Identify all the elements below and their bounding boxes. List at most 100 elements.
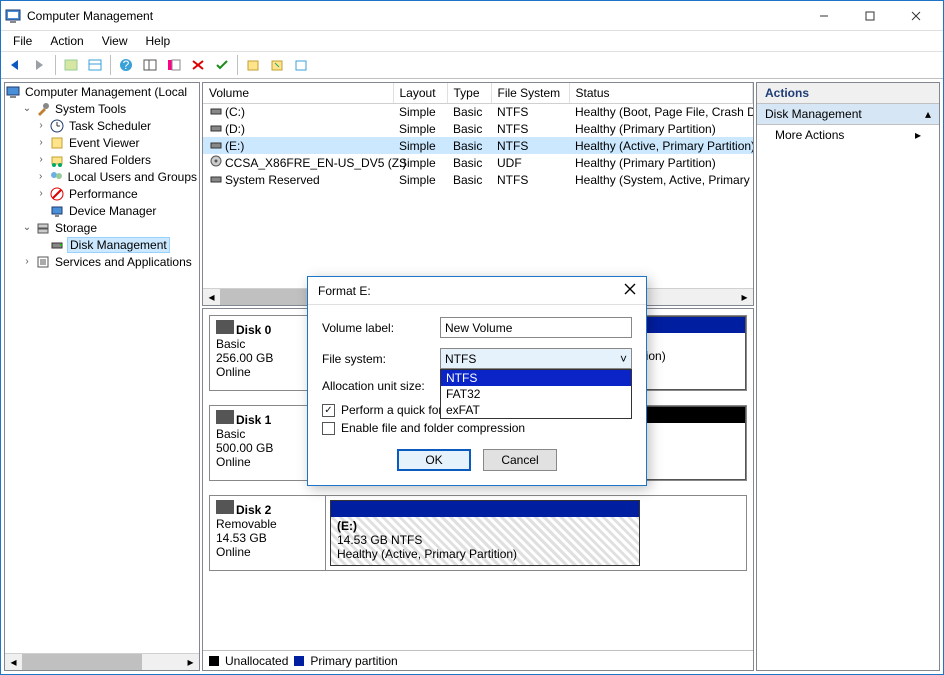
table-row[interactable]: System ReservedSimpleBasicNTFSHealthy (S… xyxy=(203,171,753,188)
table-row[interactable]: (D:)SimpleBasicNTFSHealthy (Primary Part… xyxy=(203,120,753,137)
menu-action[interactable]: Action xyxy=(42,33,91,49)
tree-event-viewer[interactable]: ›Event Viewer xyxy=(5,134,199,151)
volume-icon xyxy=(209,105,223,119)
scroll-left-icon[interactable]: ◂ xyxy=(5,654,22,670)
compression-checkbox[interactable]: Enable file and folder compression xyxy=(322,421,632,435)
removable-icon xyxy=(216,500,234,514)
expand-icon[interactable]: › xyxy=(33,120,49,131)
fs-option-fat32[interactable]: FAT32 xyxy=(441,386,631,402)
minimize-button[interactable] xyxy=(801,1,847,31)
tree-scrollbar[interactable]: ◂ ▸ xyxy=(5,653,199,670)
disk-2[interactable]: Disk 2 Removable 14.53 GB Online (E:) 14… xyxy=(209,495,747,571)
chevron-right-icon: ▸ xyxy=(915,128,921,142)
disk-2-partition-e[interactable]: (E:) 14.53 GB NTFS Healthy (Active, Prim… xyxy=(330,500,640,566)
volume-label-input[interactable] xyxy=(440,317,632,338)
tree-shared-folders[interactable]: ›Shared Folders xyxy=(5,151,199,168)
properties-button[interactable] xyxy=(84,54,106,76)
scroll-right-icon[interactable]: ▸ xyxy=(736,289,753,305)
checkmark-icon[interactable] xyxy=(211,54,233,76)
menu-view[interactable]: View xyxy=(94,33,136,49)
actions-header: Actions xyxy=(757,83,939,104)
help-button[interactable]: ? xyxy=(115,54,137,76)
window-title: Computer Management xyxy=(27,9,153,23)
actions-more[interactable]: More Actions ▸ xyxy=(757,125,939,145)
dialog-close-button[interactable] xyxy=(624,283,636,298)
event-icon xyxy=(49,135,65,151)
expand-icon[interactable]: › xyxy=(33,154,49,165)
tree-task-scheduler[interactable]: ›Task Scheduler xyxy=(5,117,199,134)
legend-primary-swatch xyxy=(294,656,304,666)
file-system-select[interactable]: NTFS ˅ NTFS FAT32 exFAT xyxy=(440,348,632,369)
users-icon xyxy=(48,169,63,185)
allocation-size-label: Allocation unit size: xyxy=(322,379,440,393)
svg-text:?: ? xyxy=(123,58,130,72)
volume-label-label: Volume label: xyxy=(322,321,440,335)
delete-icon[interactable] xyxy=(187,54,209,76)
collapse-icon[interactable]: ⌄ xyxy=(19,222,35,233)
tree-root[interactable]: Computer Management (Local xyxy=(5,83,199,100)
tree-device-manager[interactable]: Device Manager xyxy=(5,202,199,219)
ok-button[interactable]: OK xyxy=(397,449,471,471)
expand-icon[interactable]: › xyxy=(33,188,49,199)
computer-icon xyxy=(5,84,21,100)
storage-icon xyxy=(35,220,51,236)
col-layout[interactable]: Layout xyxy=(393,83,447,103)
col-status[interactable]: Status xyxy=(569,83,753,103)
fs-option-exfat[interactable]: exFAT xyxy=(441,402,631,418)
table-row[interactable]: (C:)SimpleBasicNTFSHealthy (Boot, Page F… xyxy=(203,103,753,120)
disk-icon xyxy=(49,237,65,253)
chevron-down-icon[interactable]: ˅ xyxy=(620,352,627,366)
scroll-left-icon[interactable]: ◂ xyxy=(203,289,220,305)
tool3-icon[interactable] xyxy=(290,54,312,76)
back-button[interactable] xyxy=(5,54,27,76)
close-button[interactable] xyxy=(893,1,939,31)
file-system-dropdown[interactable]: NTFS FAT32 exFAT xyxy=(440,369,632,419)
disk-2-header: Disk 2 Removable 14.53 GB Online xyxy=(210,496,326,570)
volume-icon xyxy=(209,139,223,153)
console-tree[interactable]: Computer Management (Local ⌄System Tools… xyxy=(4,82,200,671)
actions-group-disk-management[interactable]: Disk Management ▴ xyxy=(757,104,939,125)
tool2-icon[interactable] xyxy=(266,54,288,76)
tree-disk-management[interactable]: Disk Management xyxy=(5,236,199,253)
tree-services[interactable]: ›Services and Applications xyxy=(5,253,199,270)
services-icon xyxy=(35,254,51,270)
checkbox-checked-icon: ✓ xyxy=(322,404,335,417)
col-filesystem[interactable]: File System xyxy=(491,83,569,103)
col-volume[interactable]: Volume xyxy=(203,83,393,103)
tree-storage[interactable]: ⌄Storage xyxy=(5,219,199,236)
forward-button[interactable] xyxy=(29,54,51,76)
view-mode-button[interactable] xyxy=(139,54,161,76)
legend-unallocated-swatch xyxy=(209,656,219,666)
show-hide-tree-button[interactable] xyxy=(60,54,82,76)
tree-performance[interactable]: ›Performance xyxy=(5,185,199,202)
collapse-up-icon[interactable]: ▴ xyxy=(925,107,931,121)
settings-icon[interactable] xyxy=(163,54,185,76)
menu-help[interactable]: Help xyxy=(138,33,179,49)
toolbar: ? xyxy=(1,51,943,79)
expand-icon[interactable]: › xyxy=(33,171,48,182)
col-type[interactable]: Type xyxy=(447,83,491,103)
volume-icon xyxy=(209,155,223,170)
cancel-button[interactable]: Cancel xyxy=(483,449,557,471)
hdd-icon xyxy=(216,320,234,334)
title-bar: Computer Management xyxy=(1,1,943,31)
fs-option-ntfs[interactable]: NTFS xyxy=(441,370,631,386)
volume-list[interactable]: Volume Layout Type File System Status (C… xyxy=(202,82,754,306)
menu-file[interactable]: File xyxy=(5,33,40,49)
volume-icon xyxy=(209,173,223,187)
expand-icon[interactable]: › xyxy=(33,137,49,148)
tree-local-users[interactable]: ›Local Users and Groups xyxy=(5,168,199,185)
checkbox-unchecked-icon xyxy=(322,422,335,435)
table-row[interactable]: CCSA_X86FRE_EN-US_DV5 (Z:)SimpleBasicUDF… xyxy=(203,154,753,171)
menu-bar: File Action View Help xyxy=(1,31,943,51)
device-icon xyxy=(49,203,65,219)
collapse-icon[interactable]: ⌄ xyxy=(19,103,35,114)
expand-icon[interactable]: › xyxy=(19,256,35,267)
maximize-button[interactable] xyxy=(847,1,893,31)
share-icon xyxy=(49,152,65,168)
dialog-title-bar[interactable]: Format E: xyxy=(308,277,646,305)
table-row[interactable]: (E:)SimpleBasicNTFSHealthy (Active, Prim… xyxy=(203,137,753,154)
tree-system-tools[interactable]: ⌄System Tools xyxy=(5,100,199,117)
tool1-icon[interactable] xyxy=(242,54,264,76)
scroll-right-icon[interactable]: ▸ xyxy=(182,654,199,670)
